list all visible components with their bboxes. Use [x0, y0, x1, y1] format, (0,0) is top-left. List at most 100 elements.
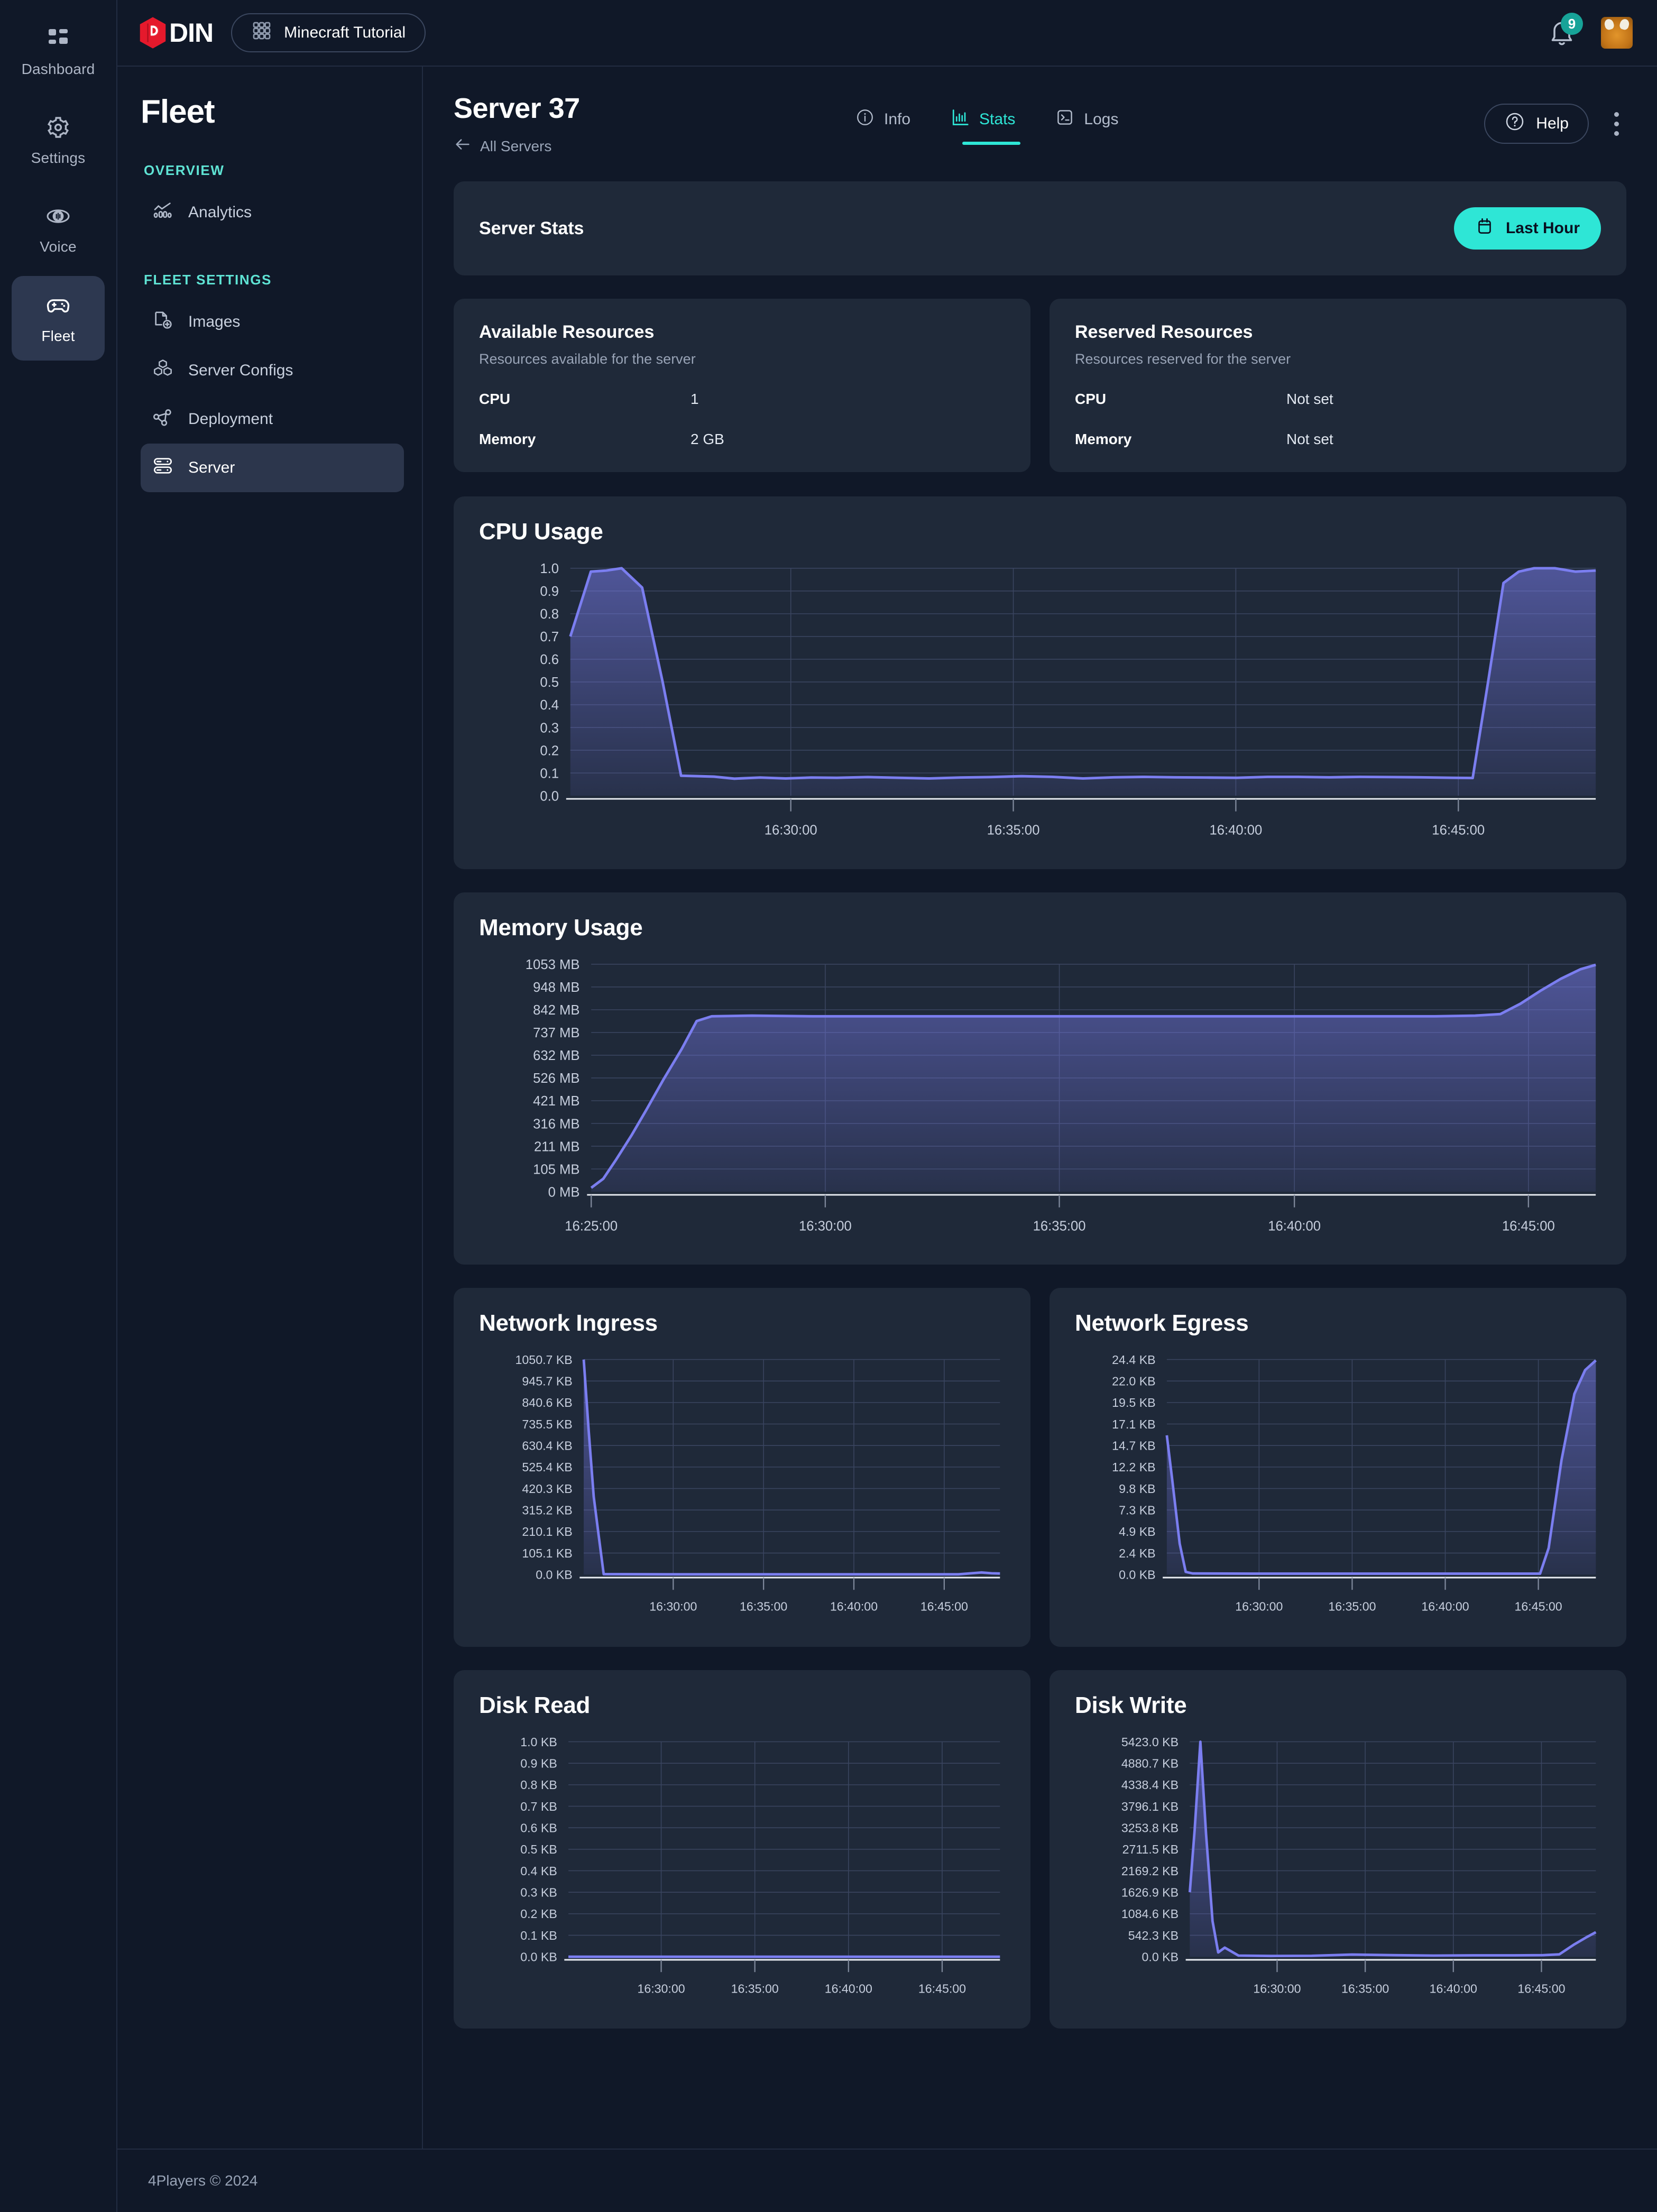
chart-title: Disk Read [479, 1692, 591, 1718]
bell-icon [1547, 22, 1577, 50]
chart-title: CPU Usage [479, 519, 603, 545]
sidebar-item-images[interactable]: Images [141, 298, 404, 346]
y-tick-label: 17.1 KB [1112, 1417, 1155, 1431]
sidebar-item-label: Server [188, 459, 235, 476]
analytics-icon [152, 200, 173, 225]
back-to-all-servers[interactable]: All Servers [454, 135, 855, 157]
rail-item-fleet[interactable]: Fleet [12, 276, 105, 361]
resource-value: 2 GB [691, 431, 724, 447]
chart-title: Disk Write [1075, 1692, 1187, 1718]
x-tick-label: 16:40:00 [830, 1600, 878, 1614]
disk-charts-row: Disk Read 1.0 KB 0.9 KB 0.8 KB 0.7 KB 0.6 KB… [454, 1670, 1626, 2029]
server-stats-bar: Server Stats Last Hour [454, 181, 1626, 275]
y-tick-label: 105 MB [533, 1162, 579, 1177]
sidebar-item-server[interactable]: Server [141, 444, 404, 492]
x-tick-label: 16:30:00 [799, 1219, 852, 1233]
page-header: Server 37 All Servers Info Stats Logs He… [454, 92, 1626, 157]
y-tick-label: 526 MB [533, 1071, 579, 1086]
resource-row: CPU 1 [479, 391, 1005, 408]
memory-svg: 1053 MB 948 MB 842 MB 737 MB 632 MB 526 MB 421… [526, 957, 1596, 1233]
y-tick-label: 542.3 KB [1128, 1929, 1179, 1942]
content-area: Server 37 All Servers Info Stats Logs He… [423, 67, 1657, 2149]
calendar-icon [1475, 217, 1494, 240]
disk-read-chart-card: Disk Read 1.0 KB 0.9 KB 0.8 KB 0.7 KB 0.6 KB… [454, 1670, 1030, 2029]
notifications-button[interactable]: 9 [1547, 13, 1583, 50]
x-tick-label: 16:45:00 [1517, 1981, 1565, 1995]
y-tick-label: 0.1 KB [520, 1929, 557, 1942]
kebab-menu-icon[interactable] [1607, 108, 1626, 140]
resource-key: Memory [479, 431, 536, 447]
terminal-icon [1055, 108, 1074, 131]
y-tick-label: 630.4 KB [522, 1439, 572, 1453]
y-tick-label: 2711.5 KB [1122, 1842, 1179, 1856]
y-tick-label: 421 MB [533, 1094, 579, 1109]
voice-icon [45, 204, 71, 229]
cpu-svg: 1.0 0.9 0.8 0.7 0.6 0.5 0.4 0.3 0.2 0.1 0.0 16:30:0… [540, 561, 1596, 837]
rail-item-settings[interactable]: Settings [12, 98, 105, 183]
series-area [1166, 1360, 1596, 1575]
rail-item-label: Dashboard [21, 61, 95, 77]
tab-logs[interactable]: Logs [1055, 108, 1118, 145]
rail-item-label: Settings [31, 150, 86, 166]
resource-row: Memory 2 GB [479, 431, 1005, 448]
sidebar-section-fleet-settings: FLEET SETTINGS [144, 272, 272, 288]
sidebar-item-label: Images [188, 313, 241, 330]
x-tick-label: 16:30:00 [1235, 1600, 1283, 1614]
y-tick-label: 2.4 KB [1119, 1546, 1156, 1560]
time-range-button[interactable]: Last Hour [1453, 207, 1601, 250]
sidebar-item-analytics[interactable]: Analytics [141, 188, 404, 237]
y-tick-label: 0.0 KB [536, 1568, 573, 1582]
rail-item-label: Voice [40, 238, 77, 255]
question-circle-icon [1504, 111, 1525, 136]
server-title: Server 37 [454, 93, 580, 124]
disk-write-plot: 5423.0 KB 4880.7 KB 4338.4 KB 3796.1 KB 3253… [1075, 1735, 1601, 2013]
memory-usage-chart-card: Memory Usage 1053 MB 948 MB 842 MB 737 MB 63… [454, 892, 1626, 1265]
chart-title: Network Ingress [479, 1310, 658, 1337]
network-charts-row: Network Ingress 1050.7 KB 945.7 KB 840.6 K… [454, 1288, 1626, 1647]
disk-write-chart-card: Disk Write 5423.0 KB 4880.7 KB 4338.4 KB 37… [1050, 1670, 1626, 2029]
rail-item-label: Fleet [41, 328, 75, 344]
project-selector[interactable]: Minecraft Tutorial [231, 13, 426, 52]
help-button[interactable]: Help [1484, 104, 1589, 144]
avatar[interactable] [1601, 17, 1633, 49]
app-logo[interactable]: DIN [139, 16, 214, 49]
y-tick-label: 0.4 KB [520, 1864, 557, 1878]
x-tick-label: 16:25:00 [565, 1219, 618, 1233]
sidebar-item-deployment[interactable]: Deployment [141, 395, 404, 444]
bar-chart-icon [951, 108, 970, 131]
resource-cards: Available Resources Resources available … [454, 299, 1626, 472]
y-tick-label: 316 MB [533, 1117, 579, 1131]
y-tick-label: 0.2 [540, 743, 559, 758]
x-tick-label: 16:35:00 [1341, 1981, 1389, 1995]
network-ingress-plot: 1050.7 KB 945.7 KB 840.6 KB 735.5 KB 630.4 K… [479, 1352, 1005, 1630]
x-tick-label: 16:30:00 [649, 1600, 697, 1614]
rail-item-dashboard[interactable]: Dashboard [12, 10, 105, 94]
card-title: Reserved Resources [1075, 322, 1253, 342]
dashboard-icon [45, 26, 71, 51]
chart-title: Network Egress [1075, 1310, 1249, 1337]
image-plus-icon [152, 309, 173, 335]
project-name: Minecraft Tutorial [284, 24, 406, 41]
x-tick-label: 16:30:00 [637, 1981, 685, 1995]
x-tick-label: 16:35:00 [987, 823, 1040, 837]
y-tick-label: 0.9 [540, 584, 559, 599]
tab-label: Stats [979, 110, 1016, 128]
resource-key: CPU [479, 391, 511, 407]
y-tick-label: 210.1 KB [522, 1525, 572, 1539]
view-tabs: Info Stats Logs [855, 92, 1118, 145]
card-title: Available Resources [479, 322, 655, 342]
y-tick-label: 0.5 KB [520, 1842, 557, 1856]
sidebar-item-server-configs[interactable]: Server Configs [141, 346, 404, 395]
rail-item-voice[interactable]: Voice [12, 187, 105, 272]
tab-stats[interactable]: Stats [951, 108, 1021, 145]
y-tick-label: 842 MB [533, 1003, 579, 1018]
y-tick-label: 0.3 [540, 721, 559, 735]
x-tick-label: 16:35:00 [740, 1600, 787, 1614]
top-bar-actions: 9 [1547, 13, 1633, 50]
y-tick-label: 4.9 KB [1119, 1525, 1156, 1539]
y-tick-label: 0.8 KB [520, 1778, 557, 1792]
cpu-usage-plot: 1.0 0.9 0.8 0.7 0.6 0.5 0.4 0.3 0.2 0.1 0.0 16:30:0… [479, 561, 1601, 853]
info-icon [855, 108, 874, 131]
tab-info[interactable]: Info [855, 108, 910, 145]
network-egress-plot: 24.4 KB 22.0 KB 19.5 KB 17.1 KB 14.7 KB 12.2 … [1075, 1352, 1601, 1630]
